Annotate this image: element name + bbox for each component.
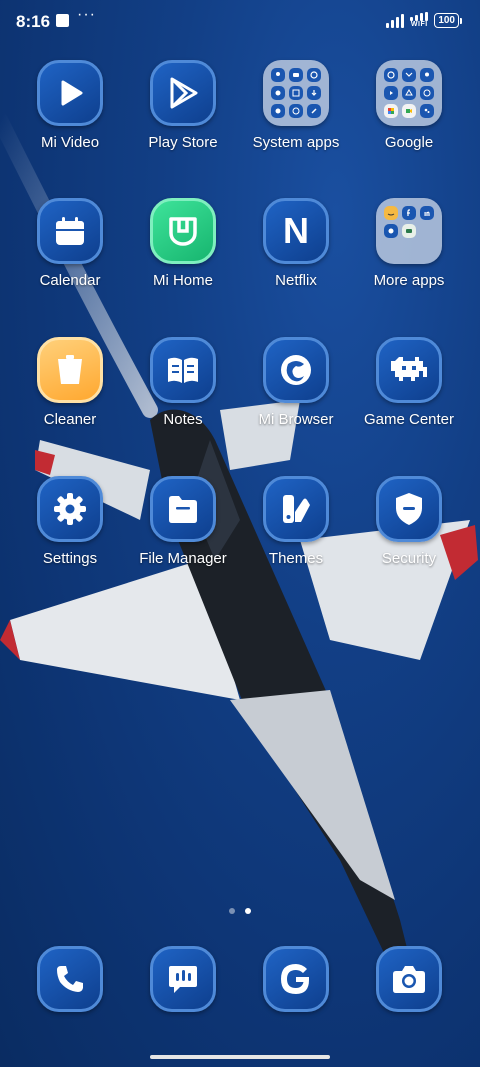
app-themes[interactable]: Themes <box>241 476 351 567</box>
page-dot-2[interactable] <box>245 908 251 914</box>
network-label: WIFI <box>410 21 428 28</box>
security-shield-icon <box>376 476 442 542</box>
wallet-mini-icon <box>402 224 416 238</box>
settings-gear-icon <box>37 476 103 542</box>
mi-browser-icon <box>263 337 329 403</box>
app-label: More apps <box>373 272 445 289</box>
battery-icon: 100 <box>434 13 462 28</box>
app-label: File Manager <box>139 550 227 567</box>
netflix-icon: N <box>263 198 329 264</box>
notes-icon <box>150 337 216 403</box>
google-icon <box>263 946 329 1012</box>
download-mini-icon <box>307 86 321 100</box>
notification-square-icon <box>56 14 69 27</box>
folder-system-apps[interactable]: System apps <box>241 60 351 151</box>
play-store-icon <box>150 60 216 126</box>
tools-mini-icon <box>307 104 321 118</box>
battery-level: 100 <box>434 13 459 28</box>
camera-mini-icon <box>271 86 285 100</box>
app-settings[interactable]: Settings <box>15 476 125 567</box>
app-label: Mi Home <box>152 272 213 289</box>
game-center-icon <box>376 337 442 403</box>
calendar-icon <box>37 198 103 264</box>
app-file-manager[interactable]: File Manager <box>128 476 238 567</box>
app-label: Mi Video <box>40 134 100 151</box>
app-label: Netflix <box>275 272 317 289</box>
app-label: Themes <box>268 550 324 567</box>
contacts-mini-icon <box>271 68 285 82</box>
scanner-mini-icon <box>289 86 303 100</box>
app-mi-home[interactable]: Mi Home <box>128 198 238 289</box>
camera-icon <box>376 946 442 1012</box>
dock-google[interactable] <box>241 946 351 1012</box>
dock-camera[interactable] <box>354 946 464 1012</box>
wifi-signal-icon: WIFI <box>410 12 429 29</box>
app-label: Play Store <box>148 134 218 151</box>
app-netflix[interactable]: N Netflix <box>241 198 351 289</box>
app-security[interactable]: Security <box>354 476 464 567</box>
app-calendar[interactable]: Calendar <box>15 198 125 289</box>
amazon-mini-icon <box>384 206 398 220</box>
status-bar: 8:16 ··· WIFI 100 <box>0 0 480 44</box>
play-movies-mini-icon <box>420 86 434 100</box>
app-notes[interactable]: Notes <box>128 337 238 428</box>
app-game-center[interactable]: Game Center <box>354 337 464 428</box>
clock: 8:16 <box>16 12 51 31</box>
dock-messages[interactable] <box>128 946 238 1012</box>
page-dot-1[interactable] <box>229 908 235 914</box>
app-label: Settings <box>42 550 98 567</box>
cleaner-icon <box>37 337 103 403</box>
dock-phone[interactable] <box>15 946 125 1012</box>
app-label: System apps <box>252 134 340 151</box>
mi-video-icon <box>37 60 103 126</box>
drive-mini-icon <box>402 86 416 100</box>
file-manager-folder-icon <box>150 476 216 542</box>
photos-mini-icon <box>384 104 398 118</box>
app-label: Cleaner <box>43 411 97 428</box>
folder-google[interactable]: Google <box>354 60 464 151</box>
compass-mini-icon <box>289 104 303 118</box>
app-play-store[interactable]: Play Store <box>128 60 238 151</box>
gmail-mini-icon <box>402 68 416 82</box>
facebook-mini-icon <box>402 206 416 220</box>
netflix-letter: N <box>283 210 309 251</box>
clock-mini-icon <box>307 68 321 82</box>
youtube-mini-icon <box>384 86 398 100</box>
folder-more-apps[interactable]: More apps <box>354 198 464 289</box>
app-label: Notes <box>163 411 203 428</box>
app-mi-video[interactable]: Mi Video <box>15 60 125 151</box>
settings-mini-icon <box>271 104 285 118</box>
more-apps-folder-icon <box>376 198 442 264</box>
gesture-home-bar[interactable] <box>150 1055 330 1059</box>
app-label: Mi Browser <box>258 411 334 428</box>
app-label: Calendar <box>39 272 101 289</box>
phone-icon <box>37 946 103 1012</box>
app-mini-icon <box>384 224 398 238</box>
app-label: Security <box>381 550 437 567</box>
page-indicator <box>0 908 480 914</box>
meet-mini-icon <box>402 104 416 118</box>
assistant-mini-icon <box>420 104 434 118</box>
app-label: Google <box>384 134 434 151</box>
chrome-mini-icon <box>384 68 398 82</box>
system-apps-folder-icon <box>263 60 329 126</box>
messages-icon <box>150 946 216 1012</box>
google-folder-icon <box>376 60 442 126</box>
app-label: Game Center <box>363 411 455 428</box>
maps-mini-icon <box>420 68 434 82</box>
themes-icon <box>263 476 329 542</box>
linkedin-mini-icon <box>420 206 434 220</box>
messages-mini-icon <box>289 68 303 82</box>
mi-home-icon <box>150 198 216 264</box>
more-notifications-icon: ··· <box>77 6 96 23</box>
app-cleaner[interactable]: Cleaner <box>15 337 125 428</box>
cellular-signal-icon <box>386 13 405 28</box>
app-mi-browser[interactable]: Mi Browser <box>241 337 351 428</box>
